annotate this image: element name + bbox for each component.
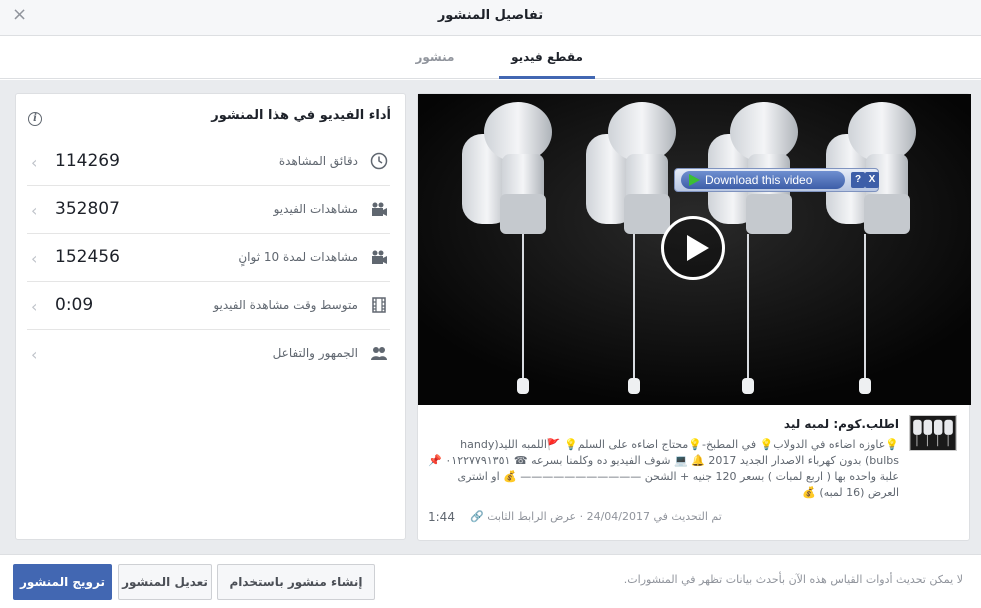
people-icon bbox=[371, 347, 387, 360]
video-duration: 1:44 bbox=[428, 510, 455, 524]
stat-label: دقائق المشاهدة bbox=[278, 154, 358, 168]
tab-bar: مقطع فيديو منشور bbox=[0, 36, 981, 79]
video-camera-icon bbox=[372, 250, 387, 264]
chevron-left-icon: ‹ bbox=[31, 153, 38, 172]
download-video-button[interactable]: Download this video bbox=[681, 171, 845, 189]
close-download-bar-button[interactable]: X bbox=[865, 172, 879, 188]
chevron-left-icon: ‹ bbox=[31, 201, 38, 220]
video-player[interactable]: Download this video ? X bbox=[418, 94, 971, 405]
play-button[interactable] bbox=[661, 216, 725, 280]
stat-label: مشاهدات لمدة 10 ثوانٍ bbox=[238, 250, 358, 264]
metrics-note: لا يمكن تحديث أدوات القياس هذه الآن بأحد… bbox=[623, 573, 963, 586]
dialog-content: أداء الفيديو في هذا المنشور i ‹ 114269 د… bbox=[0, 80, 981, 554]
dialog-title: تفاصيل المنشور bbox=[437, 8, 544, 23]
dialog-header: × تفاصيل المنشور bbox=[0, 0, 981, 36]
stat-value: 114269 bbox=[55, 151, 120, 171]
chevron-left-icon: ‹ bbox=[31, 297, 38, 316]
stat-label: الجمهور والتفاعل bbox=[272, 346, 358, 360]
stat-label: مشاهدات الفيديو bbox=[273, 202, 358, 216]
stat-row-average-watch-time[interactable]: ‹ 0:09 متوسط وقت مشاهدة الفيديو bbox=[27, 282, 390, 330]
info-icon[interactable]: i bbox=[28, 112, 42, 126]
video-updated-link[interactable]: تم التحديث في 24/04/2017 · عرض الرابط ال… bbox=[470, 510, 722, 523]
stat-label: متوسط وقت مشاهدة الفيديو bbox=[213, 298, 358, 312]
chevron-left-icon: ‹ bbox=[31, 345, 38, 364]
stat-row-minutes-viewed[interactable]: ‹ 114269 دقائق المشاهدة bbox=[27, 138, 390, 186]
dialog-footer: لا يمكن تحديث أدوات القياس هذه الآن بأحد… bbox=[0, 554, 981, 608]
tab-video[interactable]: مقطع فيديو bbox=[499, 36, 595, 79]
video-performance-panel: أداء الفيديو في هذا المنشور i ‹ 114269 د… bbox=[15, 93, 406, 540]
stat-row-video-views[interactable]: ‹ 352807 مشاهدات الفيديو bbox=[27, 186, 390, 234]
download-video-label: Download this video bbox=[705, 173, 813, 187]
video-description: 💡عاوزه اضاءه في الدولاب💡 في المطبخ-💡محتا… bbox=[428, 438, 899, 499]
stat-value: 0:09 bbox=[55, 295, 94, 315]
video-panel: Download this video ? X اطلب.كوم: لمبه ل… bbox=[417, 93, 971, 541]
video-title[interactable]: اطلب.كوم: لمبه ليد bbox=[784, 417, 899, 431]
video-thumbnail[interactable] bbox=[909, 415, 957, 451]
stat-row-audience-engagement[interactable]: ‹ الجمهور والتفاعل bbox=[27, 330, 390, 378]
edit-post-button[interactable]: تعديل المنشور bbox=[118, 564, 212, 600]
stat-value: 352807 bbox=[55, 199, 120, 219]
chevron-left-icon: ‹ bbox=[31, 249, 38, 268]
clock-icon bbox=[370, 152, 388, 170]
performance-title: أداء الفيديو في هذا المنشور bbox=[211, 108, 391, 123]
download-video-bar: Download this video ? X bbox=[674, 168, 879, 192]
video-camera-icon bbox=[372, 202, 387, 216]
film-icon bbox=[372, 297, 386, 313]
create-post-with-video-button[interactable]: إنشاء منشور باستخدام فيديو bbox=[217, 564, 375, 600]
tab-post[interactable]: منشور bbox=[405, 36, 465, 79]
stat-value: 152456 bbox=[55, 247, 120, 267]
boost-post-button[interactable]: ترويج المنشور bbox=[13, 564, 112, 600]
stat-row-10-second-views[interactable]: ‹ 152456 مشاهدات لمدة 10 ثوانٍ bbox=[27, 234, 390, 282]
help-button[interactable]: ? bbox=[851, 172, 865, 188]
play-arrow-icon bbox=[689, 174, 700, 186]
